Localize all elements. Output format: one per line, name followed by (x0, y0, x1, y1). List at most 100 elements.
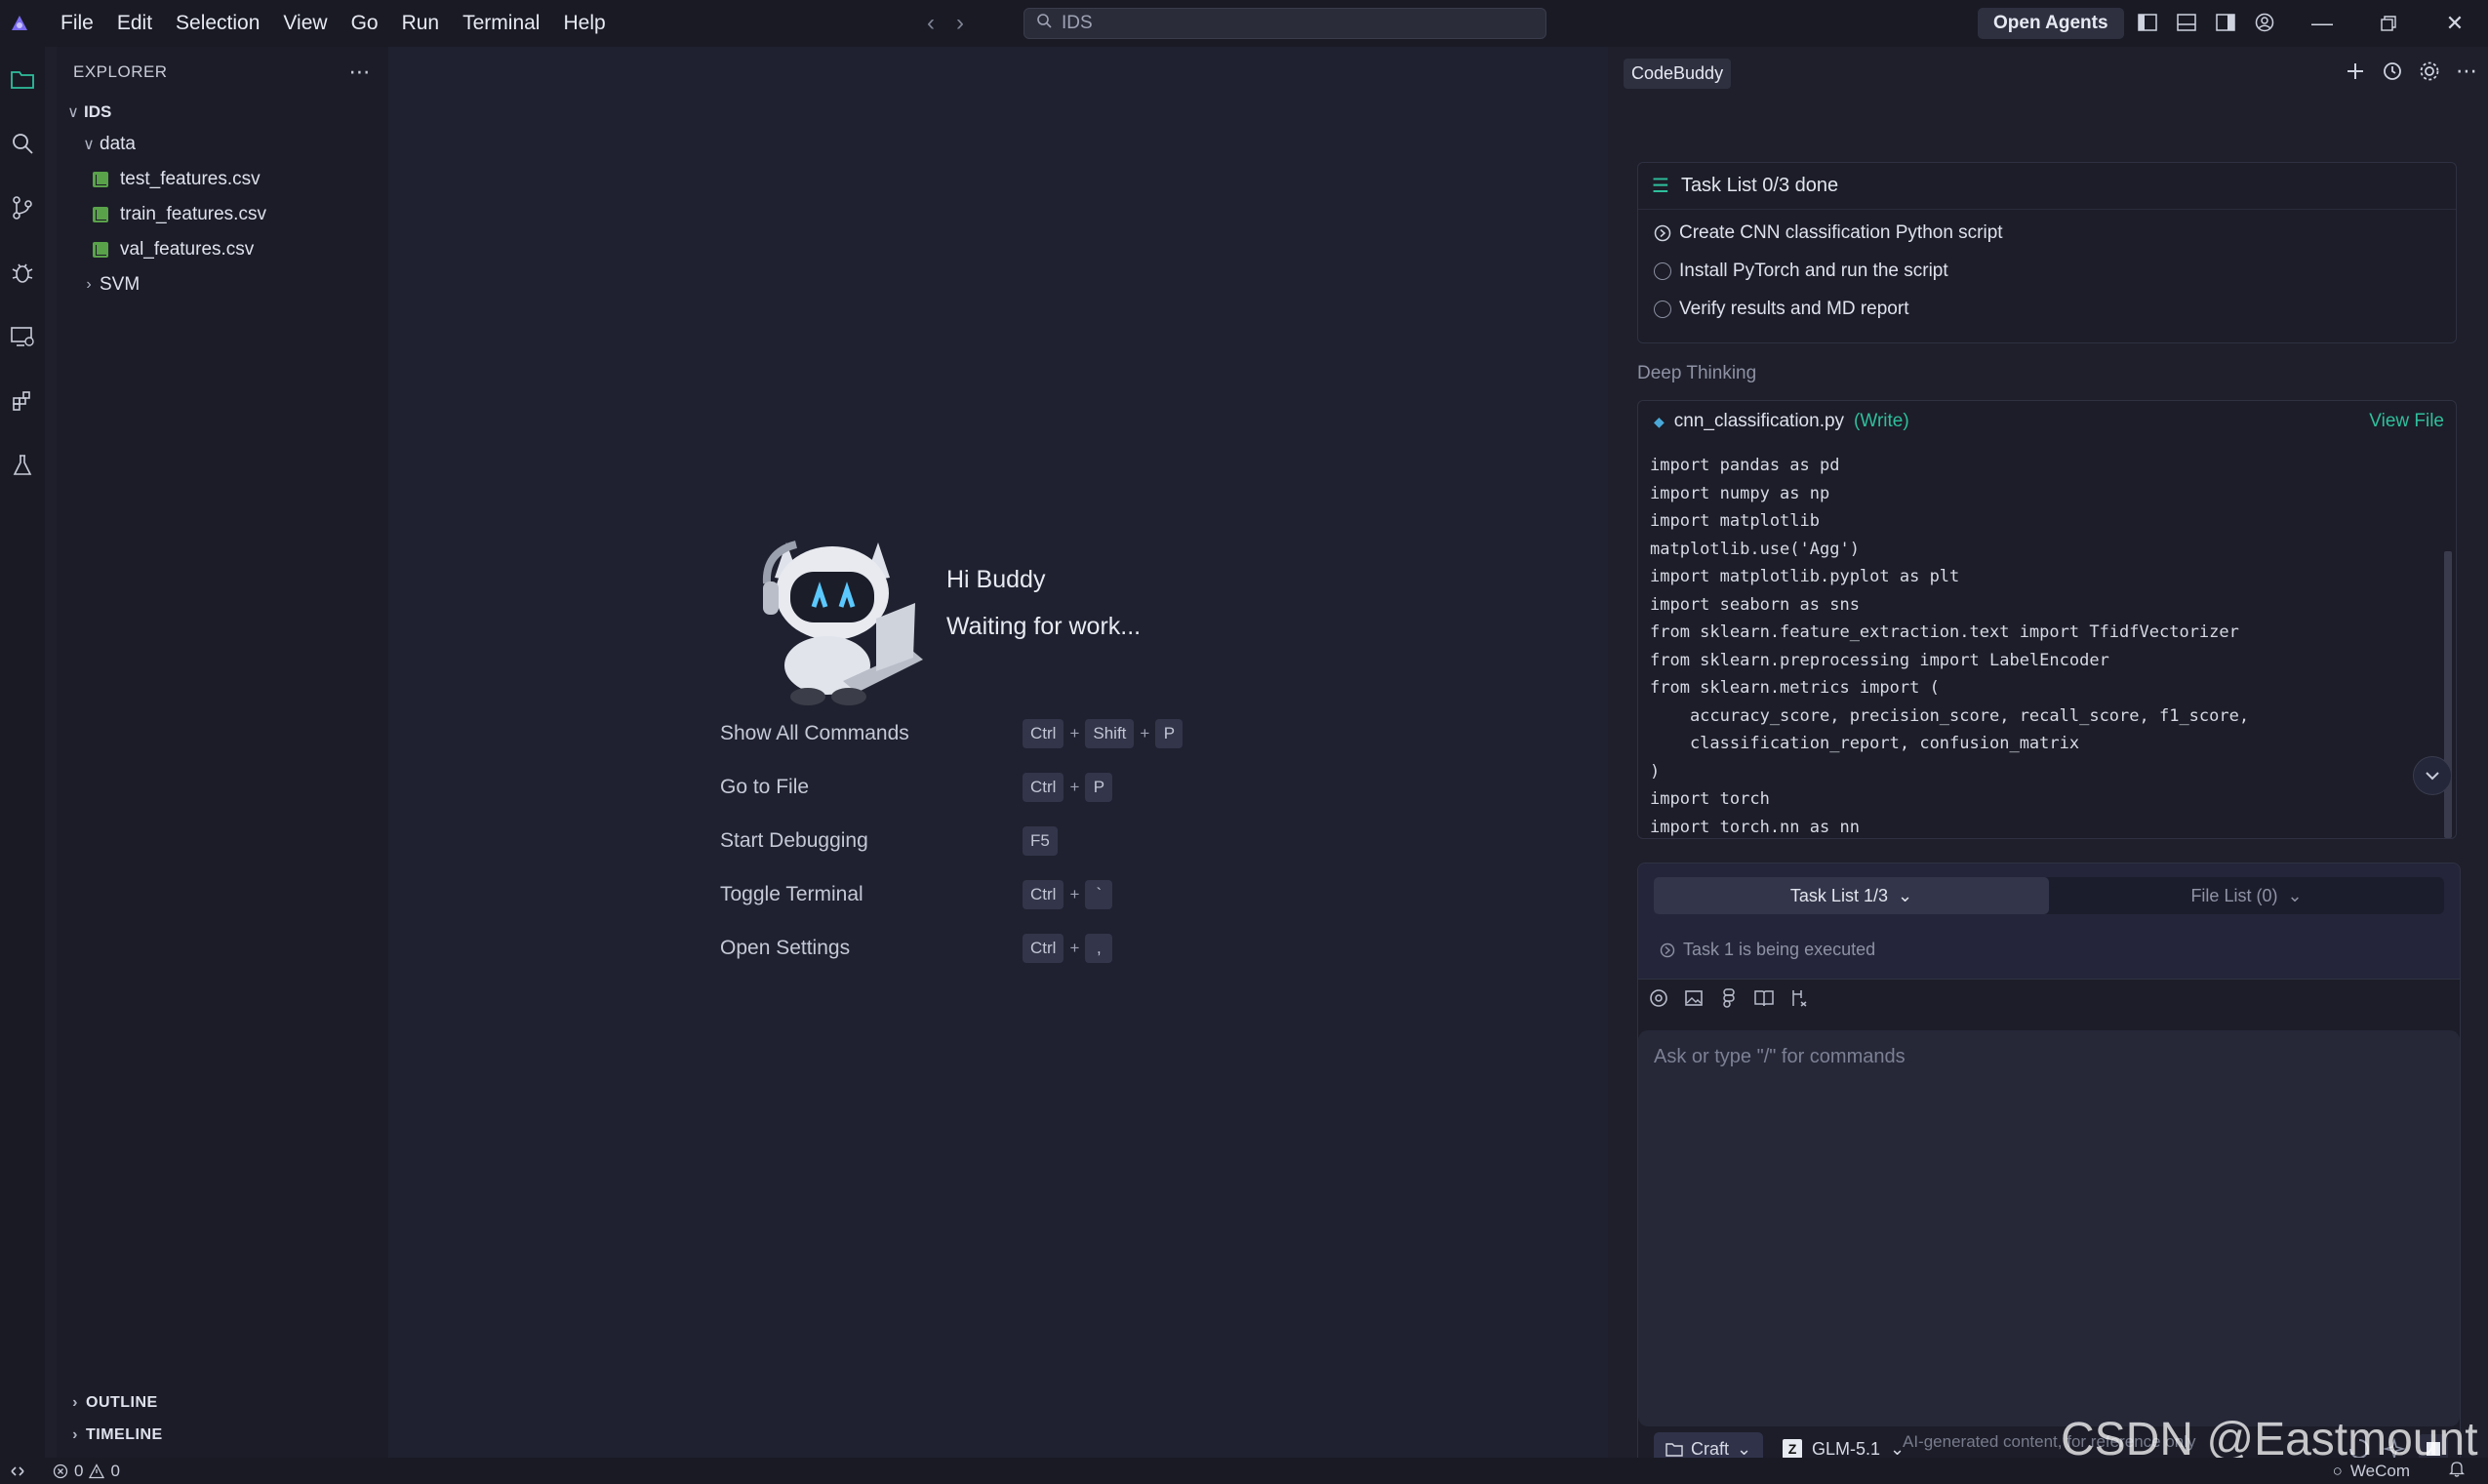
restore-icon[interactable] (2355, 0, 2422, 47)
more-actions-icon[interactable]: ⋯ (349, 60, 372, 85)
view-file-link[interactable]: View File (2369, 411, 2444, 432)
menu-selection[interactable]: Selection (164, 12, 271, 35)
mention-at-icon[interactable] (1648, 987, 1669, 1009)
menu-view[interactable]: View (271, 12, 339, 35)
toggle-panel-icon[interactable] (2174, 10, 2199, 35)
remote-indicator-icon[interactable] (0, 1458, 35, 1484)
code-write-card: ◆ cnn_classification.py (Write) View Fil… (1637, 400, 2457, 839)
menu-help[interactable]: Help (551, 12, 617, 35)
image-icon[interactable] (1683, 987, 1705, 1009)
command-search-box[interactable]: IDS (1023, 8, 1546, 39)
tab-task-list[interactable]: Task List 1/3 ⌄ (1654, 877, 2049, 914)
list-icon: ☰ (1652, 176, 1669, 197)
timeline-section[interactable]: › TIMELINE (57, 1419, 388, 1452)
toggle-primary-sidebar-icon[interactable] (2135, 10, 2160, 35)
key-cap: Ctrl (1023, 880, 1064, 909)
remote-explorer-icon[interactable] (0, 304, 45, 369)
in-progress-icon (1660, 943, 1675, 957)
key-cap: ` (1085, 880, 1113, 909)
task-label: Create CNN classification Python script (1679, 221, 2003, 243)
code-scrollbar[interactable] (2444, 551, 2452, 838)
account-icon[interactable] (2252, 10, 2277, 35)
extensions-icon[interactable] (0, 369, 45, 433)
tab-file-list[interactable]: File List (0) ⌄ (2049, 877, 2444, 914)
scroll-down-icon[interactable] (2413, 756, 2452, 795)
folder-icon (1665, 1443, 1683, 1457)
menu-edit[interactable]: Edit (105, 12, 164, 35)
activity-bar (0, 47, 45, 1458)
menu-file[interactable]: File (49, 12, 105, 35)
explorer-title: EXPLORER (73, 62, 168, 81)
warning-icon (89, 1463, 105, 1478)
chevron-down-icon: ⌄ (1737, 1438, 1752, 1459)
minimize-icon[interactable]: — (2289, 0, 2355, 47)
status-bar: 0 0 ○ WeCom (0, 1458, 2488, 1484)
shortcut-open-settings[interactable]: Open Settings Ctrl +, (720, 932, 1113, 965)
explorer-sidebar: EXPLORER ⋯ ∨ IDS ∨ data test_features.cs… (57, 47, 388, 1458)
figma-icon[interactable] (1718, 987, 1740, 1009)
file-diamond-icon: ◆ (1654, 413, 1665, 429)
tree-file[interactable]: train_features.csv (57, 197, 388, 232)
shortcut-label: Go to File (720, 776, 810, 798)
task-list-header[interactable]: ☰ Task List 0/3 done (1638, 163, 2456, 210)
menu-terminal[interactable]: Terminal (451, 12, 551, 35)
explorer-header: EXPLORER ⋯ (57, 47, 388, 98)
menu-bar: File Edit Selection View Go Run Terminal… (49, 12, 618, 35)
key-cap: , (1085, 934, 1113, 963)
close-icon[interactable]: ✕ (2422, 0, 2488, 47)
tree-file[interactable]: val_features.csv (57, 232, 388, 267)
shortcut-start-debugging[interactable]: Start Debugging F5 (720, 824, 1058, 858)
chevron-down-icon: ⌄ (1897, 885, 1913, 905)
tab-label: Task List 1/3 (1789, 885, 1888, 905)
shortcut-label: Open Settings (720, 937, 851, 959)
tree-folder-data[interactable]: ∨ data (57, 127, 388, 162)
status-dot-icon: ○ (2332, 1461, 2343, 1480)
shortcut-label: Toggle Terminal (720, 883, 863, 905)
list-tabs: Task List 1/3 ⌄ File List (0) ⌄ (1654, 877, 2444, 914)
shortcut-go-to-file[interactable]: Go to File Ctrl + P (720, 771, 1113, 804)
new-chat-icon[interactable] (2344, 60, 2367, 83)
menu-run[interactable]: Run (390, 12, 452, 35)
rules-icon[interactable] (1788, 987, 1810, 1009)
error-count: 0 (74, 1461, 84, 1480)
history-icon[interactable] (2381, 60, 2404, 83)
deep-thinking-label[interactable]: Deep Thinking (1637, 363, 1756, 384)
tree-folder-svm[interactable]: › SVM (57, 267, 388, 302)
robot-cat-mascot (740, 513, 935, 708)
csv-file-icon (93, 172, 108, 187)
explorer-icon[interactable] (0, 47, 45, 111)
wecom-status[interactable]: ○ WeCom (2333, 1462, 2410, 1481)
settings-gear-icon[interactable] (2418, 60, 2441, 83)
task-item: Install PyTorch and run the script (1638, 252, 2456, 290)
title-bar: File Edit Selection View Go Run Terminal… (0, 0, 2488, 47)
open-agents-button[interactable]: Open Agents (1978, 8, 2124, 39)
book-icon[interactable] (1753, 987, 1775, 1009)
outline-section[interactable]: › OUTLINE (57, 1386, 388, 1420)
menu-go[interactable]: Go (340, 12, 390, 35)
task-label: Install PyTorch and run the script (1679, 260, 1948, 281)
forward-arrow-icon[interactable]: › (956, 10, 964, 37)
task-item: Verify results and MD report (1638, 290, 2456, 328)
chat-input[interactable]: Ask or type "/" for commands (1638, 1030, 2460, 1426)
toggle-secondary-sidebar-icon[interactable] (2213, 10, 2238, 35)
sidebar-bottom-sections: › OUTLINE › TIMELINE (57, 1386, 388, 1458)
testing-flask-icon[interactable] (0, 433, 45, 498)
app-logo-icon (0, 4, 39, 43)
task-label: Verify results and MD report (1679, 298, 1909, 319)
back-arrow-icon[interactable]: ‹ (927, 10, 935, 37)
shortcut-toggle-terminal[interactable]: Toggle Terminal Ctrl + ` (720, 878, 1113, 911)
tree-file[interactable]: test_features.csv (57, 162, 388, 197)
notification-bell-icon[interactable] (2448, 1460, 2466, 1482)
search-view-icon[interactable] (0, 111, 45, 176)
more-actions-icon[interactable]: ⋯ (2455, 59, 2478, 83)
problems-indicator[interactable]: 0 0 (53, 1462, 120, 1481)
panel-title-tab[interactable]: CodeBuddy (1624, 59, 1732, 89)
run-debug-icon[interactable] (0, 240, 45, 304)
chevron-down-icon: ∨ (67, 104, 79, 121)
source-control-icon[interactable] (0, 176, 45, 240)
wecom-label: WeCom (2349, 1461, 2410, 1480)
timeline-label: TIMELINE (86, 1426, 163, 1443)
key-cap: Ctrl (1023, 719, 1064, 748)
shortcut-show-all-commands[interactable]: Show All Commands Ctrl + Shift + P (720, 717, 1184, 750)
tree-root-ids[interactable]: ∨ IDS (57, 98, 388, 127)
